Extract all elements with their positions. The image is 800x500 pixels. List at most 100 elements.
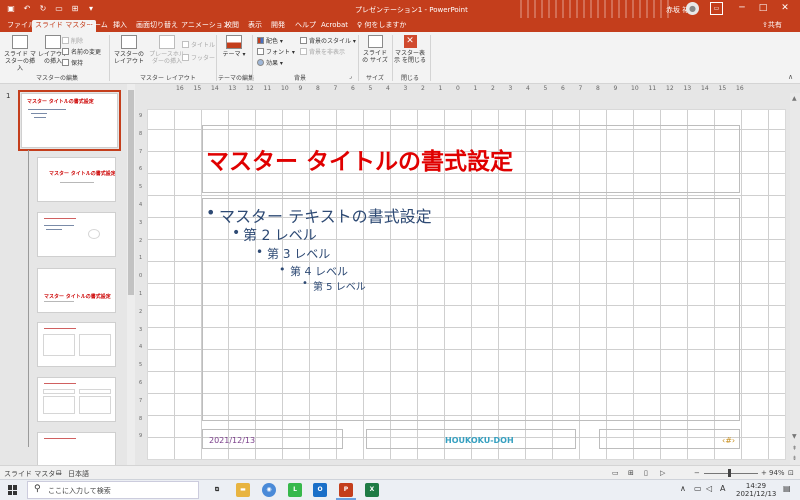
thumbnail-layout-section[interactable]: マスター タイトルの書式設定	[37, 268, 116, 313]
avatar[interactable]: ●	[686, 2, 699, 15]
network-icon[interactable]: ▭	[694, 484, 702, 493]
clock-time: 14:29	[745, 482, 767, 490]
slide-number-placeholder[interactable]	[599, 429, 740, 449]
taskbar-search-box[interactable]: ⚲ ここに入力して検索	[27, 481, 199, 499]
powerpoint-icon[interactable]: P	[336, 483, 356, 500]
window-title: プレゼンテーション1 - PowerPoint	[355, 6, 468, 14]
prev-slide-icon[interactable]: ⇞	[792, 445, 797, 452]
ribbon-display-options-icon[interactable]: ▭	[710, 2, 723, 15]
master-layout-button[interactable]: マスターの レイアウト	[112, 35, 146, 65]
task-view-icon[interactable]: ⧉	[210, 483, 224, 497]
notifications-icon[interactable]: ▤	[783, 484, 791, 493]
scroll-down-icon[interactable]: ▼	[792, 433, 797, 440]
tab-transitions[interactable]: 画面切り替え	[133, 20, 181, 32]
background-styles-dropdown[interactable]: 背景のスタイル ▾	[300, 37, 356, 46]
scroll-up-icon[interactable]: ▲	[792, 95, 797, 102]
effects-dropdown[interactable]: 効果 ▾	[257, 59, 283, 68]
minimize-button[interactable]: ─	[735, 2, 749, 15]
thumbnail-scrollbar[interactable]	[127, 84, 135, 465]
tab-insert[interactable]: 挿入	[110, 20, 130, 32]
thumbnail-layout-comparison[interactable]	[37, 377, 116, 422]
text-level-4: 第 4 レベル	[279, 263, 348, 279]
group-separator	[109, 35, 110, 81]
qat-more-icon[interactable]: ▾	[86, 3, 96, 14]
zoom-level[interactable]: 94%	[769, 469, 785, 477]
thumbnail-slide-master[interactable]: マスター タイトルの書式設定	[18, 90, 121, 151]
thumbnail-scrollbar-thumb[interactable]	[128, 90, 134, 295]
title-checkbox[interactable]: タイトル	[182, 41, 215, 50]
outlook-icon[interactable]: O	[313, 483, 327, 497]
zoom-slider-thumb[interactable]	[728, 469, 732, 477]
slide-sorter-icon[interactable]: ⊞	[628, 469, 634, 477]
tab-review[interactable]: 校閲	[222, 20, 242, 32]
thumbnail-layout-title[interactable]: マスター タイトルの書式設定	[37, 157, 116, 202]
thumbnail-line	[44, 218, 76, 219]
reading-view-icon[interactable]: ▯	[644, 469, 648, 477]
language-status[interactable]: 日本語	[68, 469, 89, 479]
qat-custom-icon[interactable]: ⊞	[70, 3, 80, 14]
slide-size-button[interactable]: スライドの サイズ	[361, 35, 389, 64]
line-icon[interactable]: L	[288, 483, 302, 497]
rename-button[interactable]: 名前の変更	[62, 48, 101, 57]
zoom-out-icon[interactable]: −	[694, 469, 700, 477]
thumbnail-pane: 1 マスター タイトルの書式設定 マスター タイトルの書式設定 マスター タイト…	[0, 84, 136, 465]
close-master-view-button[interactable]: ✕ マスター表示 を閉じる	[394, 35, 426, 64]
volume-icon[interactable]: ◁	[706, 484, 712, 493]
insert-placeholder-button[interactable]: プレースホルダーの挿入	[148, 35, 186, 65]
insert-layout-icon	[45, 35, 61, 49]
ruler-tick-label: 2	[491, 85, 495, 92]
ime-icon[interactable]: A	[720, 484, 725, 493]
slideshow-icon[interactable]: ▷	[660, 469, 665, 477]
delete-button[interactable]: 削除	[62, 37, 83, 46]
delete-icon	[62, 37, 69, 44]
ruler-tick-label: 7	[139, 148, 143, 155]
dialog-launcher-icon[interactable]: ⌟	[349, 73, 352, 80]
tab-home[interactable]: ホーム	[84, 20, 111, 32]
from-beginning-icon[interactable]: ▭	[54, 3, 64, 14]
normal-view-icon[interactable]: ▭	[612, 469, 619, 477]
next-slide-icon[interactable]: ⇟	[792, 455, 797, 462]
fonts-dropdown[interactable]: フォント ▾	[257, 48, 295, 57]
share-button[interactable]: ⇪共有	[762, 20, 782, 30]
tab-help[interactable]: ヘルプ	[292, 20, 319, 32]
windows-start-icon[interactable]	[8, 485, 18, 495]
hide-background-checkbox[interactable]: 背景を非表示	[300, 48, 345, 57]
rename-icon	[62, 48, 69, 55]
thumbnail-placeholder	[43, 396, 75, 414]
file-explorer-icon[interactable]: ▬	[236, 483, 250, 497]
preserve-button[interactable]: 保持	[62, 59, 83, 68]
ruler-tick-label: 8	[316, 85, 320, 92]
fit-to-window-icon[interactable]: ⊡	[788, 469, 794, 477]
footers-checkbox[interactable]: フッター	[182, 54, 215, 63]
ruler-tick-label: 10	[281, 85, 289, 92]
thumbnail-placeholder	[79, 334, 111, 356]
thumbnail-layout-two-content[interactable]	[37, 322, 116, 367]
tab-view[interactable]: 表示	[245, 20, 265, 32]
tray-overflow-icon[interactable]: ∧	[680, 484, 686, 493]
tab-developer[interactable]: 開発	[268, 20, 288, 32]
canvas-scrollbar[interactable]: ▲ ▼ ⇞ ⇟	[790, 93, 800, 465]
taskbar: ⚲ ここに入力して検索 ⧉ ▬ ◉ L O P X ∧ ▭ ◁ A 14:29 …	[0, 479, 800, 500]
collapse-ribbon-icon[interactable]: ∧	[788, 73, 793, 81]
taskbar-clock[interactable]: 14:29 2021/12/13	[736, 482, 776, 498]
thumbnail-line	[31, 113, 47, 114]
thumbnail-layout-content[interactable]	[37, 212, 116, 257]
restore-button[interactable]: □	[756, 2, 770, 15]
thumbnail-line	[44, 301, 74, 302]
ruler-tick-label: 3	[403, 85, 408, 92]
text-level-3: 第 3 レベル	[256, 245, 330, 262]
tell-me-search[interactable]: ♀ 何をしますか	[357, 20, 406, 30]
close-button[interactable]: ✕	[778, 2, 792, 15]
tab-acrobat[interactable]: Acrobat	[318, 20, 351, 32]
thumbnail-layout-title-only[interactable]	[37, 432, 116, 465]
excel-icon[interactable]: X	[365, 483, 379, 497]
redo-icon[interactable]: ↻	[38, 3, 48, 14]
themes-button[interactable]: テーマ ▾	[220, 35, 248, 58]
zoom-in-icon[interactable]: +	[761, 469, 767, 477]
chrome-icon[interactable]: ◉	[262, 483, 276, 497]
spellcheck-icon[interactable]: ⊡	[56, 469, 62, 477]
insert-slide-master-button[interactable]: スライド マスターの挿入	[3, 35, 37, 72]
colors-dropdown[interactable]: 配色 ▾	[257, 37, 283, 46]
save-icon[interactable]: ▣	[6, 3, 16, 14]
undo-icon[interactable]: ↶	[22, 3, 32, 14]
